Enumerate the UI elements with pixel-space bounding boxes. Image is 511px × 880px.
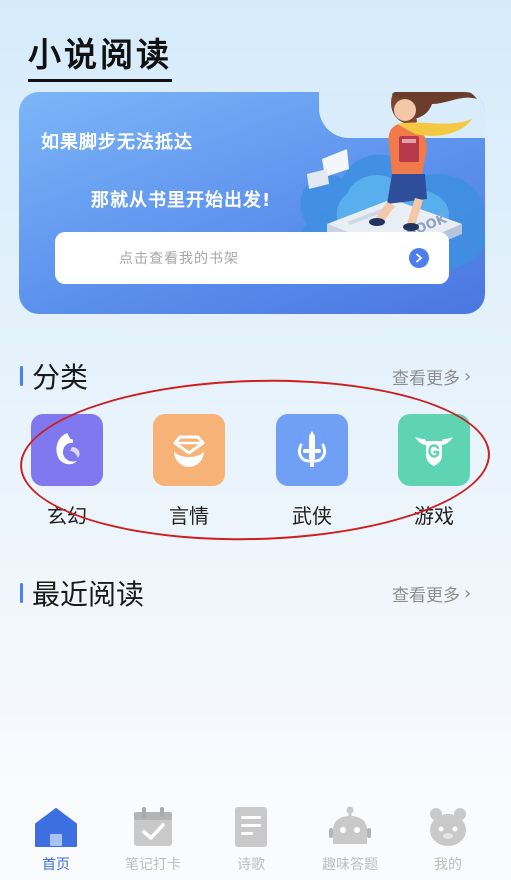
game-shield-icon: [398, 414, 470, 486]
categories-more-link[interactable]: 查看更多 ›: [392, 364, 471, 389]
category-xuanhuan[interactable]: 玄幻: [28, 414, 106, 529]
document-icon: [235, 807, 267, 847]
banner-slogan-line1: 如果脚步无法抵达: [41, 132, 193, 153]
my-bookshelf-button[interactable]: 点击查看我的书架: [55, 232, 449, 284]
category-label: 言情: [169, 504, 209, 528]
calendar-check-icon: [134, 807, 172, 846]
tab-label: 笔记打卡: [125, 857, 181, 873]
recent-more-link[interactable]: 查看更多 ›: [392, 581, 471, 606]
diamond-ring-icon: [153, 414, 225, 486]
recent-reading-title: 最近阅读: [32, 578, 145, 611]
category-youxi[interactable]: 游戏: [395, 414, 473, 529]
tab-label: 我的: [434, 857, 462, 873]
section-marker: [20, 583, 23, 603]
tab-quiz[interactable]: 趣味答题: [305, 804, 395, 874]
home-icon: [35, 808, 77, 847]
bottom-tab-bar: 首页 笔记打卡 诗歌 趣味答题 我的: [0, 782, 511, 880]
bookshelf-label: 点击查看我的书架: [119, 251, 239, 267]
category-label: 武侠: [292, 504, 332, 528]
arrow-right-icon: [409, 248, 429, 268]
category-wuxia[interactable]: 武侠: [273, 414, 351, 529]
phoenix-icon: [31, 414, 103, 486]
tab-home[interactable]: 首页: [11, 804, 101, 874]
tab-label: 诗歌: [237, 857, 265, 873]
more-label: 查看更多: [392, 586, 460, 606]
category-label: 玄幻: [47, 504, 87, 528]
robot-icon: [329, 806, 371, 844]
category-label: 游戏: [414, 504, 454, 528]
categories-title: 分类: [32, 361, 89, 394]
tab-poetry[interactable]: 诗歌: [206, 804, 296, 874]
more-label: 查看更多: [392, 369, 460, 389]
tab-label: 首页: [42, 857, 70, 873]
hero-banner[interactable]: 如果脚步无法抵达 那就从书里开始出发! BOOK 点击查看我的书架: [19, 92, 485, 314]
chevron-right-icon: ›: [464, 583, 472, 604]
chevron-right-icon: ›: [464, 366, 472, 387]
sword-icon: [276, 414, 348, 486]
tab-notes-checkin[interactable]: 笔记打卡: [108, 804, 198, 874]
tab-label: 趣味答题: [322, 857, 378, 873]
banner-slogan-line2: 那就从书里开始出发!: [91, 190, 272, 211]
tab-mine[interactable]: 我的: [403, 804, 493, 874]
category-yanqing[interactable]: 言情: [150, 414, 228, 529]
user-bear-icon: [430, 808, 466, 846]
page-title: 小说阅读: [28, 28, 172, 82]
section-marker: [20, 366, 23, 386]
